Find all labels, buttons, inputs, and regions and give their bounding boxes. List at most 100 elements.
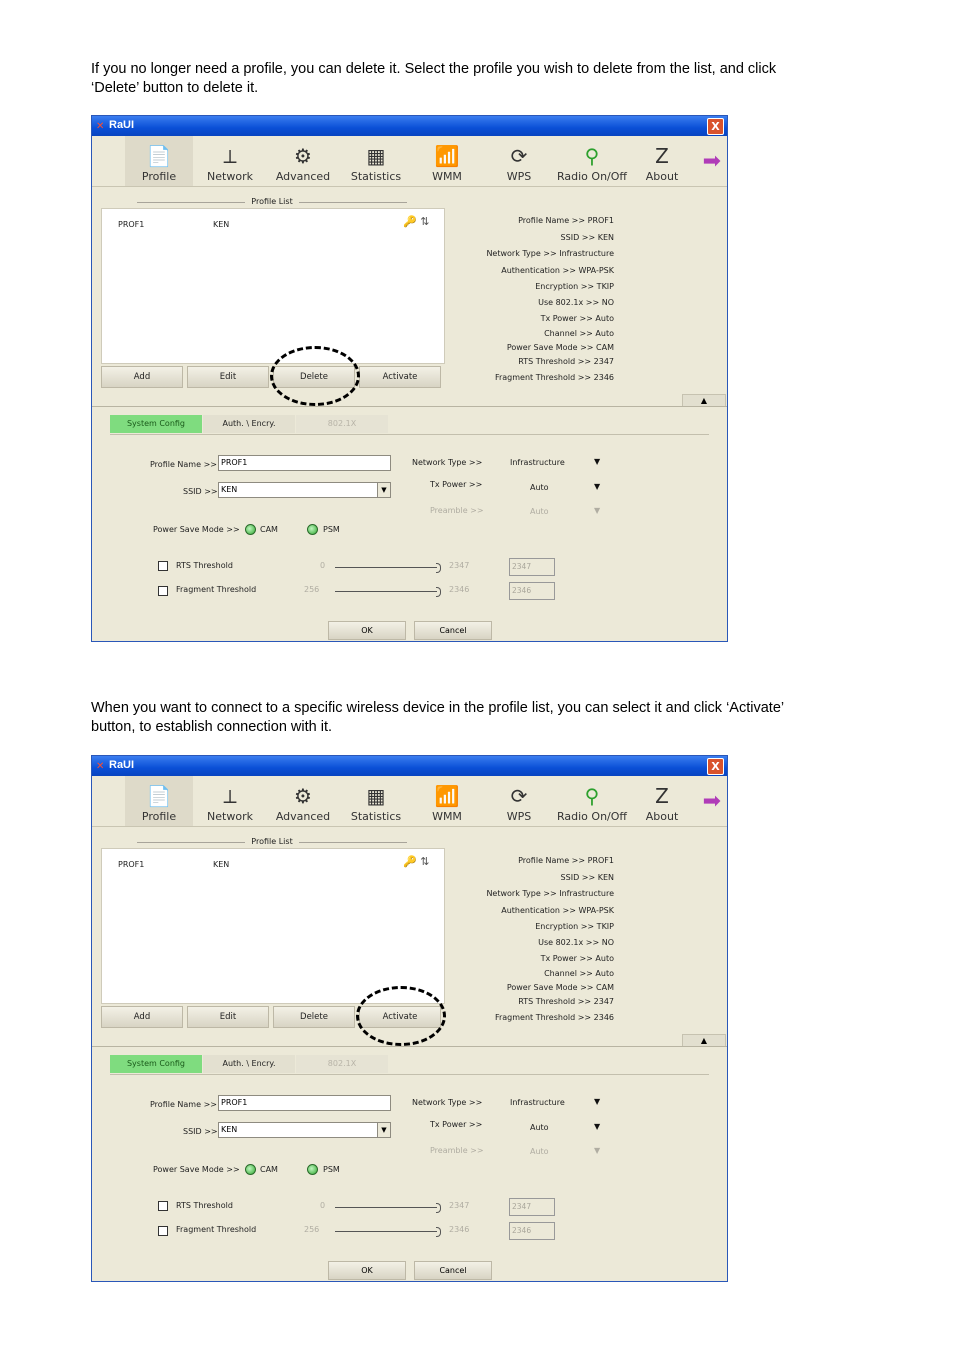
tab-8021x: 802.1X [296, 1055, 388, 1073]
about-icon: Z [655, 144, 669, 168]
edit-button[interactable]: Edit [187, 1006, 269, 1028]
detail-8021x: Use 802.1x >> NO [538, 938, 614, 947]
profile-row-ssid[interactable]: KEN [213, 860, 229, 869]
about-icon: Z [655, 784, 669, 808]
profile-list-title: Profile List [101, 197, 443, 206]
toolbar-statistics[interactable]: ▦ Statistics [345, 136, 407, 186]
next-arrow-icon[interactable]: ➡ [703, 789, 721, 814]
ssid-combo[interactable]: KEN ▼ [218, 1122, 391, 1138]
tx-power-value[interactable]: Auto [530, 483, 549, 492]
title-bar[interactable]: ✕ RaUI X [92, 116, 727, 136]
fragment-label: Fragment Threshold [176, 585, 257, 594]
router-icon: ⟂ [223, 144, 237, 168]
toolbar-wps[interactable]: ⟳ WPS [495, 136, 543, 186]
detail-channel: Channel >> Auto [544, 969, 614, 978]
toolbar-wps[interactable]: ⟳ WPS [495, 776, 543, 826]
toolbar-radio[interactable]: ⚲ Radio On/Off [548, 776, 636, 826]
profile-name-input[interactable]: PROF1 [218, 1095, 391, 1111]
rts-checkbox[interactable] [158, 1201, 168, 1211]
psm-radio[interactable] [307, 1164, 318, 1175]
profile-name-input[interactable]: PROF1 [218, 455, 391, 471]
toolbar-label: Radio On/Off [557, 810, 627, 823]
close-button[interactable]: X [707, 118, 724, 135]
detail-encryption: Encryption >> TKIP [535, 282, 614, 291]
rts-checkbox[interactable] [158, 561, 168, 571]
chevron-down-icon[interactable]: ▼ [377, 483, 390, 497]
rts-value-input: 2347 [509, 558, 555, 576]
delete-button[interactable]: Delete [273, 1006, 355, 1028]
toolbar-statistics[interactable]: ▦ Statistics [345, 776, 407, 826]
ssid-combo[interactable]: KEN ▼ [218, 482, 391, 498]
chevron-down-icon[interactable]: ▼ [377, 1123, 390, 1137]
rts-min: 0 [320, 561, 326, 570]
detail-authentication: Authentication >> WPA-PSK [501, 906, 614, 915]
profile-row-ssid[interactable]: KEN [213, 220, 229, 229]
toolbar-radio[interactable]: ⚲ Radio On/Off [548, 136, 636, 186]
toolbar: 📄 Profile ⟂ Network ⚙ Advanced ▦ Statistics … [92, 136, 727, 187]
next-arrow-icon[interactable]: ➡ [703, 149, 721, 174]
toolbar-network[interactable]: ⟂ Network [199, 776, 261, 826]
tab-auth-encry[interactable]: Auth. \ Encry. [203, 1055, 295, 1073]
cancel-button[interactable]: Cancel [414, 1261, 492, 1280]
fragment-min: 256 [304, 1225, 320, 1234]
toolbar-advanced[interactable]: ⚙ Advanced [271, 136, 335, 186]
window-title: RaUI [109, 119, 135, 131]
delete-highlight-circle [270, 346, 360, 406]
ok-button[interactable]: OK [328, 621, 406, 640]
paragraph-activate: When you want to connect to a specific w… [91, 699, 881, 737]
add-button[interactable]: Add [101, 1006, 183, 1028]
tx-power-value[interactable]: Auto [530, 1123, 549, 1132]
cancel-button[interactable]: Cancel [414, 621, 492, 640]
cam-radio[interactable] [245, 524, 256, 535]
rts-value-input: 2347 [509, 1198, 555, 1216]
rts-slider[interactable] [335, 563, 441, 573]
cam-radio[interactable] [245, 1164, 256, 1175]
profile-list[interactable]: PROF1 KEN 🔑 ⇅ [101, 848, 445, 1004]
detail-channel: Channel >> Auto [544, 329, 614, 338]
tab-auth-encry[interactable]: Auth. \ Encry. [203, 415, 295, 433]
toolbar-network[interactable]: ⟂ Network [199, 136, 261, 186]
fragment-value-input: 2346 [509, 1222, 555, 1240]
ok-button[interactable]: OK [328, 1261, 406, 1280]
paragraph-activate-line2: button, to establish connection with it. [91, 719, 333, 735]
toolbar-label: Statistics [350, 170, 402, 183]
profile-list[interactable]: PROF1 KEN 🔑 ⇅ [101, 208, 445, 364]
power-save-label: Power Save Mode >> [153, 525, 240, 534]
fragment-checkbox[interactable] [158, 1226, 168, 1236]
detail-authentication: Authentication >> WPA-PSK [501, 266, 614, 275]
paragraph-delete: If you no longer need a profile, you can… [91, 60, 881, 98]
toolbar-label: Network [207, 810, 253, 823]
rts-slider[interactable] [335, 1203, 441, 1213]
tab-system-config[interactable]: System Config [110, 415, 202, 433]
chevron-down-icon[interactable]: ▼ [594, 457, 600, 466]
network-type-value[interactable]: Infrastructure [510, 458, 565, 467]
fragment-checkbox[interactable] [158, 586, 168, 596]
psm-radio[interactable] [307, 524, 318, 535]
edit-button[interactable]: Edit [187, 366, 269, 388]
title-bar[interactable]: ✕ RaUI X [92, 756, 727, 776]
toolbar-wmm[interactable]: 📶 WMM [421, 136, 473, 186]
chevron-down-icon[interactable]: ▼ [594, 482, 600, 491]
toolbar-wmm[interactable]: 📶 WMM [421, 776, 473, 826]
fragment-slider[interactable] [335, 587, 441, 597]
profile-row-name[interactable]: PROF1 [118, 220, 144, 229]
add-button[interactable]: Add [101, 366, 183, 388]
detail-rts: RTS Threshold >> 2347 [518, 357, 614, 366]
tab-system-config[interactable]: System Config [110, 1055, 202, 1073]
chevron-down-icon[interactable]: ▼ [594, 1122, 600, 1131]
detail-tx-power: Tx Power >> Auto [540, 954, 614, 963]
close-button[interactable]: X [707, 758, 724, 775]
fragment-slider[interactable] [335, 1227, 441, 1237]
profile-row-name[interactable]: PROF1 [118, 860, 144, 869]
toolbar-about[interactable]: Z About [638, 136, 686, 186]
network-type-value[interactable]: Infrastructure [510, 1098, 565, 1107]
detail-tx-power: Tx Power >> Auto [540, 314, 614, 323]
activate-button[interactable]: Activate [359, 366, 441, 388]
toolbar-profile[interactable]: 📄 Profile [125, 136, 193, 186]
toolbar-advanced[interactable]: ⚙ Advanced [271, 776, 335, 826]
preamble-label: Preamble >> [430, 1146, 484, 1155]
toolbar-profile[interactable]: 📄 Profile [125, 776, 193, 826]
power-save-label: Power Save Mode >> [153, 1165, 240, 1174]
toolbar-about[interactable]: Z About [638, 776, 686, 826]
chevron-down-icon[interactable]: ▼ [594, 1097, 600, 1106]
